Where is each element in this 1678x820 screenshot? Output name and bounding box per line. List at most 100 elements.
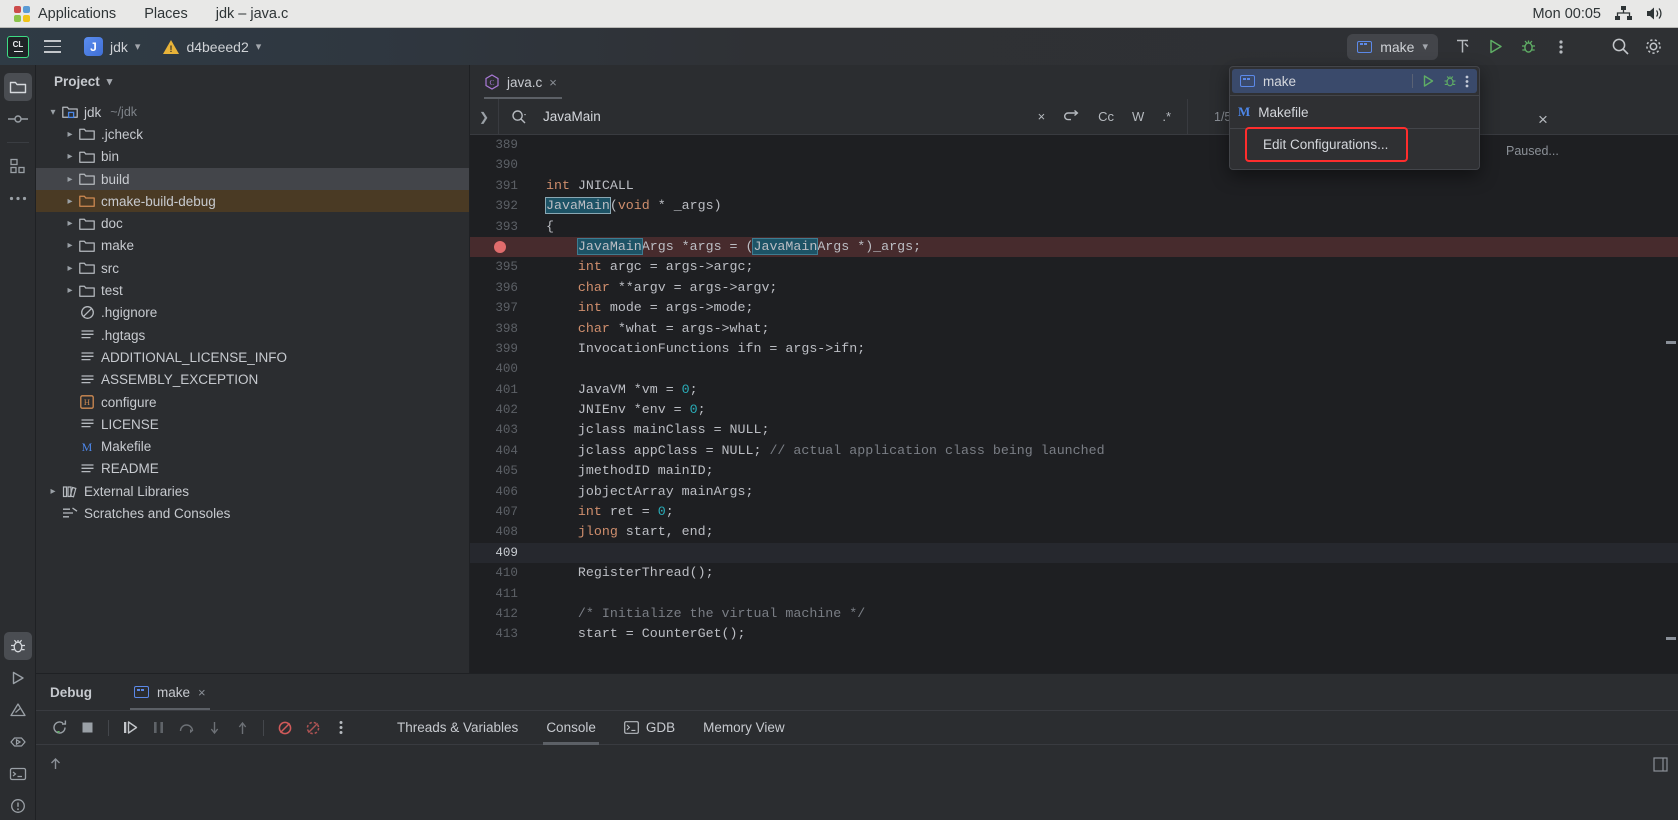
tree-item-hgtags[interactable]: .hgtags	[36, 324, 469, 346]
vcs-branch-widget[interactable]: d4beeed2 ▾	[163, 39, 261, 55]
clear-search-icon[interactable]: ×	[1034, 109, 1050, 124]
tree-item-bin[interactable]: ▸ bin	[36, 146, 469, 168]
chevron-down-icon[interactable]: ▾	[46, 107, 60, 118]
build-button[interactable]	[1447, 32, 1477, 62]
stop-button[interactable]	[74, 715, 100, 741]
code-editor[interactable]: 389 390 391 int JNICALL 392 JavaMain(void *…	[470, 135, 1678, 673]
run-button[interactable]	[1480, 32, 1510, 62]
tree-item-hgignore[interactable]: .hgignore	[36, 302, 469, 324]
code-line[interactable]: 412 /* Initialize the virtual machine */	[470, 604, 1678, 624]
debug-more-button[interactable]	[328, 715, 354, 741]
words-toggle[interactable]: W	[1128, 109, 1148, 124]
close-icon[interactable]: ×	[1538, 110, 1548, 130]
breakpoint-icon[interactable]	[494, 241, 506, 254]
sidebar-item-more-tool-windows[interactable]	[4, 184, 32, 212]
tree-item-additional-license-info[interactable]: ADDITIONAL_LICENSE_INFO	[36, 346, 469, 368]
chevron-right-icon[interactable]: ▸	[63, 263, 77, 274]
tree-item-build[interactable]: ▸ build	[36, 167, 469, 191]
run-icon[interactable]	[1421, 74, 1435, 88]
sidebar-item-services[interactable]	[4, 728, 32, 756]
pause-button[interactable]	[145, 715, 171, 741]
places-menu[interactable]: Places	[130, 0, 202, 28]
chevron-right-icon[interactable]: ▸	[63, 218, 77, 229]
applications-menu[interactable]: Applications	[0, 0, 130, 28]
tree-item-jcheck[interactable]: ▸ .jcheck	[36, 123, 469, 145]
active-window-title[interactable]: jdk – java.c	[202, 0, 303, 28]
more-icon[interactable]	[1465, 75, 1469, 88]
chevron-right-icon[interactable]: ▸	[63, 129, 77, 140]
code-line[interactable]: 411	[470, 584, 1678, 604]
network-icon[interactable]	[1615, 6, 1632, 21]
search-input[interactable]: JavaMain × Cc W .*	[498, 98, 1188, 135]
regex-toggle[interactable]: .*	[1158, 109, 1175, 124]
popup-item-makefile[interactable]: M Makefile	[1230, 98, 1479, 126]
debug-session-tab[interactable]: make ×	[124, 674, 216, 710]
code-line[interactable]: 389	[470, 135, 1678, 155]
hamburger-icon[interactable]	[41, 36, 63, 58]
sidebar-item-debug[interactable]	[3, 632, 32, 660]
run-configuration-selector[interactable]: make ▾	[1347, 33, 1438, 60]
sidebar-item-commit[interactable]	[4, 105, 32, 133]
tree-item-cmake-build-debug[interactable]: ▸ cmake-build-debug	[36, 190, 469, 213]
code-line[interactable]: 401 JavaVM *vm = 0;	[470, 380, 1678, 400]
code-line[interactable]: 395 int argc = args->argc;	[470, 257, 1678, 277]
tab-console[interactable]: Console	[533, 711, 609, 745]
settings-button[interactable]	[1638, 32, 1668, 62]
more-actions-button[interactable]	[1546, 32, 1576, 62]
popup-item-make[interactable]: make	[1232, 69, 1477, 93]
code-line[interactable]: 413 start = CounterGet();	[470, 624, 1678, 644]
view-breakpoints-button[interactable]	[300, 715, 326, 741]
code-line[interactable]: 404 jclass appClass = NULL; // actual ap…	[470, 441, 1678, 461]
step-over-button[interactable]	[173, 715, 199, 741]
code-line[interactable]: 410 RegisterThread();	[470, 563, 1678, 583]
tab-threads-variables[interactable]: Threads & Variables	[384, 711, 531, 745]
code-line[interactable]: 390	[470, 155, 1678, 175]
resume-button[interactable]	[117, 715, 143, 741]
sidebar-item-notifications[interactable]	[4, 792, 32, 820]
chevron-right-icon[interactable]: ▸	[63, 196, 77, 207]
console-settings-icon[interactable]	[1653, 757, 1668, 772]
tree-item-makefile[interactable]: M Makefile	[36, 435, 469, 457]
code-line[interactable]: 391 int JNICALL	[470, 176, 1678, 196]
tree-item-jdk[interactable]: ▾ jdk ~/jdk	[36, 101, 469, 123]
code-line[interactable]: 406 jobjectArray mainArgs;	[470, 482, 1678, 502]
code-line[interactable]: 392 JavaMain(void * _args)	[470, 196, 1678, 216]
sidebar-item-run[interactable]	[4, 664, 32, 692]
mute-breakpoints-button[interactable]	[272, 715, 298, 741]
tree-item-license[interactable]: LICENSE	[36, 413, 469, 435]
chevron-right-icon[interactable]: ▸	[63, 240, 77, 251]
chevron-right-icon[interactable]: ▸	[63, 285, 77, 296]
tree-item-doc[interactable]: ▸ doc	[36, 212, 469, 234]
tree-item-test[interactable]: ▸ test	[36, 279, 469, 301]
rerun-button[interactable]	[46, 715, 72, 741]
clock-label[interactable]: Mon 00:05	[1532, 6, 1601, 22]
close-icon[interactable]: ×	[198, 685, 206, 700]
code-line[interactable]: 396 char **argv = args->argv;	[470, 278, 1678, 298]
code-line[interactable]: 409	[470, 542, 1678, 564]
tree-item-configure[interactable]: Hconfigure	[36, 391, 469, 413]
tab-gdb[interactable]: GDB	[611, 711, 688, 745]
volume-icon[interactable]	[1646, 6, 1664, 21]
tree-item-src[interactable]: ▸ src	[36, 257, 469, 279]
sidebar-item-project[interactable]	[3, 73, 32, 101]
code-line[interactable]: 403 jclass mainClass = NULL;	[470, 420, 1678, 440]
editor-tab-java-c[interactable]: C java.c ×	[470, 65, 568, 99]
code-line[interactable]: 400	[470, 359, 1678, 379]
tab-memory-view[interactable]: Memory View	[690, 711, 798, 745]
code-line[interactable]: 393 {	[470, 217, 1678, 237]
debug-bug-icon[interactable]	[1443, 74, 1457, 88]
expand-find-icon[interactable]: ❯	[470, 110, 498, 124]
sidebar-item-structure[interactable]	[4, 152, 32, 180]
search-everywhere-button[interactable]	[1605, 32, 1635, 62]
debug-button[interactable]	[1513, 32, 1543, 62]
debug-console-body[interactable]	[36, 744, 1678, 784]
tree-item-assembly-exception[interactable]: ASSEMBLY_EXCEPTION	[36, 369, 469, 391]
project-widget[interactable]: J jdk ▾	[77, 34, 147, 59]
project-pane-header[interactable]: Project ▾	[36, 65, 469, 97]
code-line[interactable]: 399 InvocationFunctions ifn = args->ifn;	[470, 339, 1678, 359]
code-line[interactable]: 405 jmethodID mainID;	[470, 461, 1678, 481]
match-case-toggle[interactable]: Cc	[1094, 109, 1118, 124]
edit-configurations-menu-item[interactable]: Edit Configurations...	[1245, 127, 1408, 162]
tree-item-scratches-and-consoles[interactable]: Scratches and Consoles	[36, 502, 469, 524]
code-line[interactable]: 407 int ret = 0;	[470, 502, 1678, 522]
